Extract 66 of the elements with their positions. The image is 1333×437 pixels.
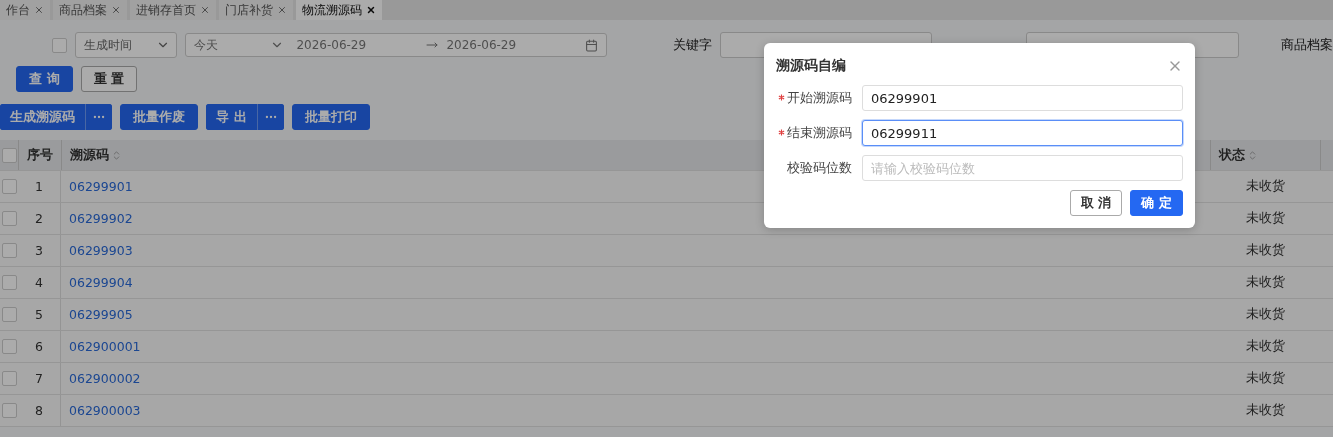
row-checkbox[interactable]: [1, 211, 17, 226]
checkbox[interactable]: [52, 37, 67, 53]
tab[interactable]: 商品档案: [53, 0, 127, 20]
code-link[interactable]: 06299901: [69, 179, 133, 194]
sort-icon[interactable]: [111, 149, 122, 161]
action-button[interactable]: 批量作废: [120, 104, 198, 130]
table-cell: 7: [18, 363, 61, 394]
field-label: 结束溯源码: [786, 124, 853, 142]
range-preset: 今天: [194, 36, 220, 54]
table-cell: 2: [18, 203, 61, 234]
tab[interactable]: 作台: [0, 0, 50, 20]
table-cell-text: 未收货: [1244, 177, 1286, 195]
code-link[interactable]: 062900002: [69, 371, 141, 386]
table-cell-text: 未收货: [1244, 209, 1286, 227]
table-cell: 3: [18, 235, 61, 266]
confirm-button[interactable]: 确 定: [1130, 190, 1183, 216]
row-checkbox[interactable]: [1, 403, 17, 418]
row-checkbox[interactable]: [1, 243, 17, 258]
more-button[interactable]: [256, 104, 284, 130]
table-cell: 5: [18, 299, 61, 330]
reset-button[interactable]: 重 置: [80, 66, 138, 92]
code-link[interactable]: 06299904: [69, 275, 133, 290]
tab[interactable]: 进销存首页: [130, 0, 216, 20]
date-range-field[interactable]: 今天 2026-06-29 2026-06-29: [185, 33, 607, 57]
code-link[interactable]: 062900003: [69, 403, 141, 418]
row-checkbox[interactable]: [1, 371, 17, 386]
table-cell-text: 未收货: [1244, 241, 1286, 259]
table-cell: 6: [18, 331, 61, 362]
close-icon[interactable]: [366, 5, 376, 15]
product-archive-label: 商品档案: [1281, 36, 1333, 54]
code-link[interactable]: 06299902: [69, 211, 133, 226]
input-field[interactable]: 请输入校验码位数: [862, 155, 1183, 181]
column-header[interactable]: 状态: [1210, 140, 1320, 170]
table-cell-text: 未收货: [1244, 337, 1286, 355]
table-cell-text: 未收货: [1244, 369, 1286, 387]
row-checkbox[interactable]: [1, 339, 17, 354]
table-cell-text: 未收货: [1244, 401, 1286, 419]
column-header: 序号: [18, 140, 61, 170]
select-all-checkbox[interactable]: [1, 147, 17, 163]
code-link[interactable]: 062900001: [69, 339, 141, 354]
action-button[interactable]: 批量打印: [291, 104, 370, 130]
tab[interactable]: 物流溯源码: [296, 0, 382, 20]
row-checkbox[interactable]: [1, 307, 17, 322]
time-type-select[interactable]: 生成时间: [74, 32, 178, 58]
tab[interactable]: 门店补货: [219, 0, 293, 20]
row-checkbox[interactable]: [1, 275, 17, 290]
input-field[interactable]: 06299901: [862, 85, 1183, 111]
end-date: 2026-06-29: [446, 38, 518, 52]
start-date: 2026-06-29: [296, 38, 368, 52]
field-label: 开始溯源码: [786, 89, 853, 107]
query-button[interactable]: 查 询: [16, 66, 73, 92]
input-field[interactable]: 06299911: [862, 120, 1183, 146]
calendar-icon: [584, 38, 598, 52]
table-cell: 4: [18, 267, 61, 298]
sort-icon[interactable]: [1247, 149, 1258, 161]
keyword-label: 关键字: [672, 36, 712, 54]
table-cell: 1: [18, 171, 61, 202]
code-link[interactable]: 06299905: [69, 307, 133, 322]
table-cell-text: 未收货: [1244, 273, 1286, 291]
dialog-title: 溯源码自编: [776, 57, 846, 75]
row-checkbox[interactable]: [1, 179, 17, 194]
more-button[interactable]: [85, 104, 112, 130]
table-cell: 8: [18, 395, 61, 426]
cancel-button[interactable]: 取 消: [1069, 190, 1123, 216]
code-link[interactable]: 06299903: [69, 243, 133, 258]
table-cell-text: 未收货: [1244, 305, 1286, 323]
